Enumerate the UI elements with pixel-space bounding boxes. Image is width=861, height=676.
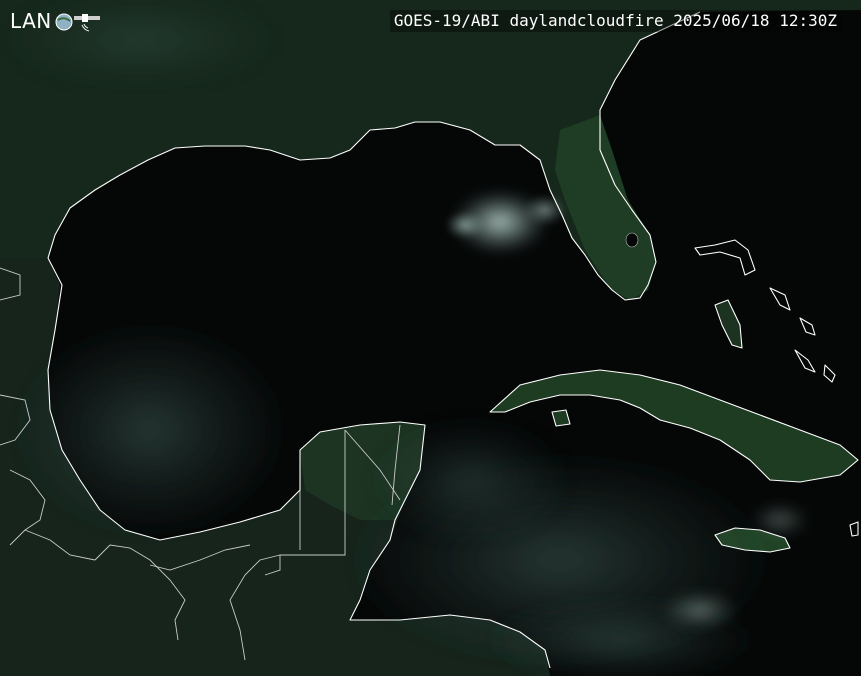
cloud-gulf-convective-3 [523,194,567,226]
cloud-east-cells [750,502,810,538]
caption-product: daylandcloudfire [509,11,664,30]
cloud-haze-honduras [370,420,570,540]
caption-satellite: GOES-19/ABI [393,11,500,30]
caption-date: 2025/06/18 [673,11,770,30]
image-caption: GOES-19/ABI daylandcloudfire 2025/06/18 … [389,10,841,32]
cloud-gulf-convective-2 [445,211,485,239]
cloud-caribbean-cells [660,590,740,630]
cloud-haze-southwest [10,320,290,540]
satellite-icon [55,13,100,32]
logo-text: LAN [10,9,52,33]
caption-time: 12:30Z [779,11,837,30]
lake-okeechobee [625,232,639,248]
satellite-image [0,0,861,676]
lan-logo: LAN [10,8,102,34]
